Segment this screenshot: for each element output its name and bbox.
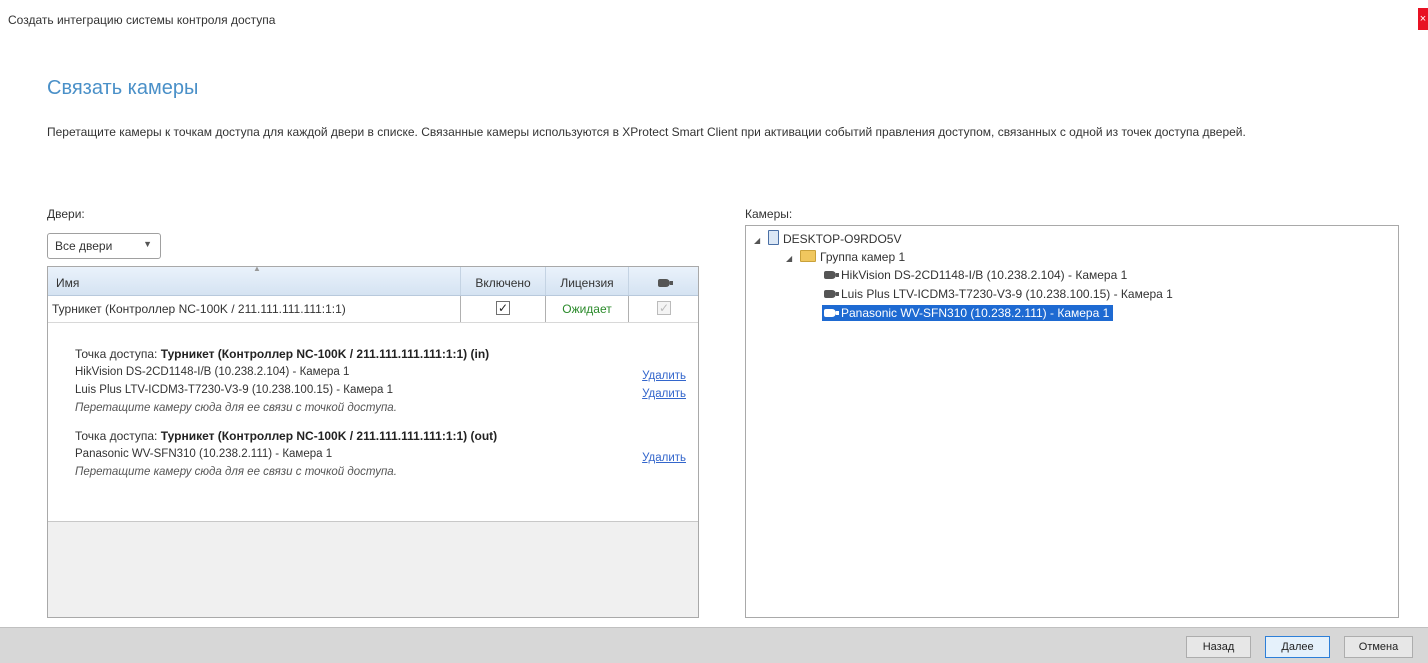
column-header-camera[interactable] [628,267,699,295]
tree-node-camera-selected[interactable]: Panasonic WV-SFN310 (10.238.2.111) - Кам… [822,304,1114,322]
expand-arrow-icon[interactable]: ◢ [754,232,764,250]
page-description: Перетащите камеры к точкам доступа для к… [47,125,1246,139]
license-cell: Ожидает [545,296,628,322]
tree-node-camera[interactable]: HikVision DS-2CD1148-I/B (10.238.2.104) … [824,266,1127,284]
footer-bar: Назад Далее Отмена [0,627,1428,663]
doors-filter-value: Все двери [55,239,113,253]
linked-camera: HikVision DS-2CD1148-I/B (10.238.2.104) … [75,366,350,378]
page-heading: Связать камеры [47,77,199,99]
cancel-button[interactable]: Отмена [1344,636,1413,658]
camera-name: Panasonic WV-SFN310 (10.238.2.111) - Кам… [841,306,1110,320]
sort-indicator-icon: ▲ [253,264,261,273]
tree-node-server[interactable]: ◢ DESKTOP-O9RDO5V [754,230,901,248]
chevron-down-icon: ▼ [143,239,152,249]
tree-node-group[interactable]: ◢ Группа камер 1 [786,248,905,266]
remove-camera-link[interactable]: Удалить [642,452,686,464]
license-status: Ожидает [562,302,612,316]
folder-icon [800,250,816,262]
doors-filter-dropdown[interactable]: Все двери ▼ [47,233,161,259]
window-title: Создать интеграцию системы контроля дост… [8,13,276,27]
table-row[interactable]: Турникет (Контроллер NC-100K / 211.111.1… [48,296,698,323]
back-button[interactable]: Назад [1186,636,1251,658]
next-button[interactable]: Далее [1265,636,1330,658]
camera-name: HikVision DS-2CD1148-I/B (10.238.2.104) … [841,268,1128,282]
extra-cell: ✓ [628,296,699,322]
group-name: Группа камер 1 [820,250,906,264]
close-icon[interactable]: × [1418,8,1428,30]
enabled-checkbox[interactable]: ✓ [496,301,510,315]
access-point-name: Турникет (Контроллер NC-100K / 211.111.1… [160,429,498,443]
selected-camera-highlight: Panasonic WV-SFN310 (10.238.2.111) - Кам… [822,305,1114,321]
column-header-name[interactable]: Имя [56,267,79,295]
access-point-prefix: Точка доступа: [75,347,161,361]
access-points-panel: Точка доступа: Турникет (Контроллер NC-1… [48,323,698,522]
server-icon [768,230,779,245]
tree-node-camera[interactable]: Luis Plus LTV-ICDM3-T7230-V3-9 (10.238.1… [824,285,1173,303]
doors-grid-header: ▲ Имя Включено Лицензия [48,264,699,296]
remove-camera-link[interactable]: Удалить [642,370,686,382]
camera-icon [824,309,839,317]
column-header-enabled[interactable]: Включено [460,267,545,295]
doors-grid: ▲ Имя Включено Лицензия Турникет (Контро… [47,264,699,618]
doors-label: Двери: [47,207,85,221]
access-point-name: Турникет (Контроллер NC-100K / 211.111.1… [160,347,490,361]
server-name: DESKTOP-O9RDO5V [783,232,902,246]
camera-name: Luis Plus LTV-ICDM3-T7230-V3-9 (10.238.1… [841,287,1173,301]
door-name: Турникет (Контроллер NC-100K / 211.111.1… [52,302,346,316]
camera-icon [824,271,839,279]
title-bar: Создать интеграцию системы контроля дост… [0,0,1428,48]
remove-camera-link[interactable]: Удалить [642,388,686,400]
cameras-tree: ◢ DESKTOP-O9RDO5V ◢ Группа камер 1 HikVisi… [745,225,1399,618]
cameras-label: Камеры: [745,207,793,221]
column-header-license[interactable]: Лицензия [545,267,628,295]
extra-checkbox: ✓ [657,301,671,315]
linked-camera: Panasonic WV-SFN310 (10.238.2.111) - Кам… [75,448,333,460]
camera-icon [824,290,839,298]
access-point-title: Точка доступа: Турникет (Контроллер NC-1… [75,429,497,443]
expand-arrow-icon[interactable]: ◢ [786,250,796,268]
drop-hint: Перетащите камеру сюда для ее связи с то… [75,402,397,414]
access-point-prefix: Точка доступа: [75,429,161,443]
drop-hint: Перетащите камеру сюда для ее связи с то… [75,466,397,478]
camera-icon [658,279,673,287]
linked-camera: Luis Plus LTV-ICDM3-T7230-V3-9 (10.238.1… [75,384,394,396]
access-point-title: Точка доступа: Турникет (Контроллер NC-1… [75,347,489,361]
enabled-cell: ✓ [460,296,545,322]
